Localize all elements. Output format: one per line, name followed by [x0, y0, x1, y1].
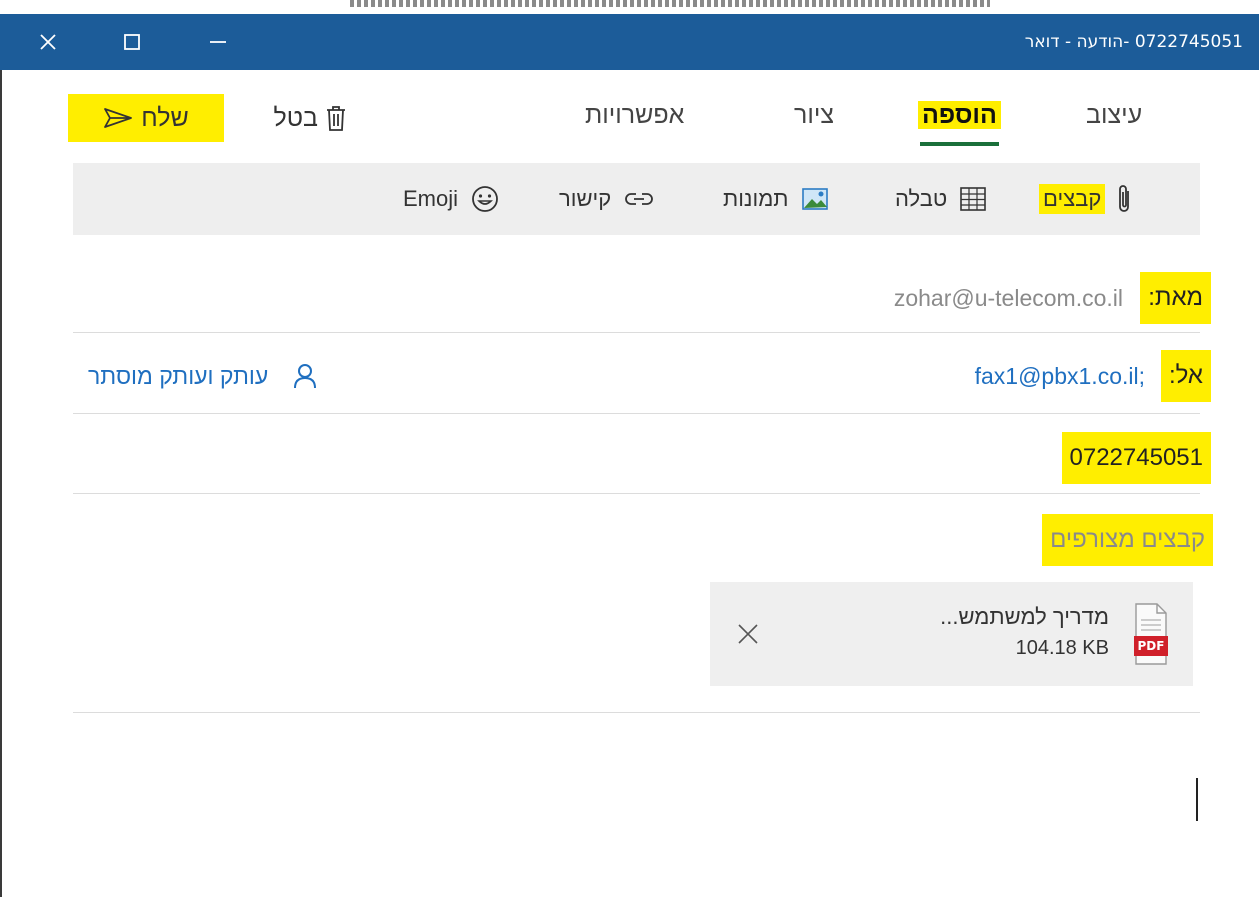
close-icon	[738, 624, 758, 644]
insert-link-label: קישור	[559, 186, 612, 211]
subject-divider	[73, 493, 1200, 494]
tab-options[interactable]: אפשרויות	[585, 92, 684, 148]
from-value[interactable]: zohar@u-telecom.co.il	[894, 272, 1123, 324]
subject-field[interactable]: 0722745051	[1061, 432, 1211, 484]
background-text-fragment	[350, 0, 990, 7]
to-recipient[interactable]: fax1@pbx1.co.il;	[975, 350, 1145, 402]
close-icon	[40, 34, 56, 50]
insert-pictures-button[interactable]: תמונות	[719, 163, 829, 235]
insert-toolbar: קבצים טבלה תמונות קישור Emoji	[73, 163, 1200, 235]
minimize-icon	[210, 41, 226, 43]
from-divider	[73, 332, 1200, 333]
to-divider	[73, 413, 1200, 414]
discard-label: בטל	[273, 103, 318, 132]
attachments-heading: קבצים מצורפים	[1042, 514, 1213, 566]
active-tab-underline	[920, 142, 999, 146]
attach-files-button[interactable]: קבצים	[1039, 163, 1135, 235]
discard-button[interactable]: בטל	[236, 94, 348, 142]
attach-files-label: קבצים	[1039, 184, 1106, 214]
trash-icon	[327, 106, 345, 131]
attachment-card[interactable]: PDF מדריך למשתמש... 104.18 KB	[710, 582, 1193, 686]
pdf-badge: PDF	[1137, 639, 1165, 653]
person-icon	[294, 364, 317, 389]
window-minimize-button[interactable]	[190, 14, 246, 70]
send-icon	[104, 108, 133, 128]
insert-link-button[interactable]: קישור	[555, 163, 655, 235]
window-maximize-button[interactable]	[104, 14, 160, 70]
maximize-icon	[124, 34, 140, 50]
table-icon	[960, 187, 987, 211]
to-label: אל:	[1161, 350, 1211, 402]
cc-bcc-label: עותק ועותק מוסתר	[88, 362, 269, 389]
insert-table-label: טבלה	[895, 186, 948, 211]
message-body[interactable]	[73, 713, 1200, 897]
cc-bcc-button[interactable]: עותק ועותק מוסתר	[88, 352, 318, 400]
insert-pictures-label: תמונות	[723, 186, 789, 211]
background-strip	[0, 0, 1259, 14]
window-left-edge	[0, 70, 2, 897]
tab-draw[interactable]: ציור	[794, 92, 834, 148]
smiley-icon	[472, 186, 498, 212]
from-label: מאת:	[1140, 272, 1211, 324]
remove-attachment-button[interactable]	[728, 614, 768, 654]
link-icon	[625, 193, 654, 205]
attachment-size: 104.18 KB	[1015, 637, 1109, 659]
send-label: שלח	[141, 103, 189, 132]
insert-table-button[interactable]: טבלה	[891, 163, 987, 235]
picture-icon	[801, 188, 828, 210]
window-close-button[interactable]	[20, 14, 76, 70]
tab-insert[interactable]: הוספה	[918, 92, 1001, 148]
tab-format[interactable]: עיצוב	[1086, 92, 1142, 148]
send-button[interactable]: שלח	[68, 94, 224, 142]
text-cursor	[1196, 778, 1198, 821]
paperclip-icon	[1119, 185, 1130, 212]
insert-emoji-label: Emoji	[403, 186, 459, 211]
attachment-name: מדריך למשתמש...	[940, 604, 1109, 629]
window-title: 0722745051 -הודעה - דואר	[1024, 32, 1243, 52]
pdf-file-icon: PDF	[1133, 600, 1169, 668]
insert-emoji-button[interactable]: Emoji	[399, 163, 500, 235]
window-titlebar: 0722745051 -הודעה - דואר	[0, 14, 1259, 70]
